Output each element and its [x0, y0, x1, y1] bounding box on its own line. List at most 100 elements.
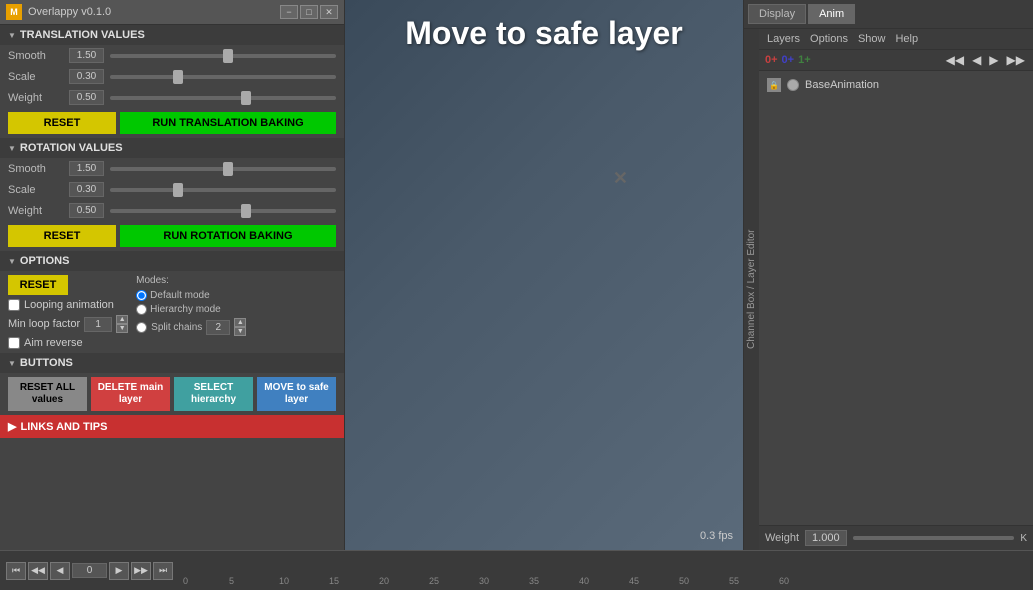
translation-scale-slider[interactable]: [110, 75, 336, 79]
playback-to-start[interactable]: ⏮: [6, 562, 26, 580]
min-loop-input[interactable]: [84, 317, 112, 332]
rotation-smooth-value[interactable]: [69, 161, 104, 176]
tick-5: 5: [229, 576, 234, 586]
mode-split-radio[interactable]: [136, 322, 147, 333]
translation-weight-slider[interactable]: [110, 96, 336, 100]
min-loop-down[interactable]: ▼: [116, 324, 128, 333]
rotation-scale-slider[interactable]: [110, 188, 336, 192]
viewport: Move to safe layer ✕ ↖ 0.3 fps: [345, 0, 743, 550]
anim-back-btn[interactable]: ◀: [970, 53, 983, 67]
rotation-header[interactable]: ▼ ROTATION VALUES: [0, 138, 344, 158]
layer-lock-icon: 🔒: [767, 78, 781, 92]
rotation-smooth-slider[interactable]: [110, 167, 336, 171]
split-down[interactable]: ▼: [234, 327, 246, 336]
anim-prev-btn[interactable]: ◀◀: [944, 53, 966, 67]
rotation-weight-row: Weight: [0, 200, 344, 221]
layer-item-base[interactable]: 🔒 BaseAnimation: [763, 75, 1029, 95]
close-button[interactable]: ✕: [320, 5, 338, 19]
translation-weight-value[interactable]: [69, 90, 104, 105]
looping-label: Looping animation: [24, 299, 114, 311]
layer-vis-circle[interactable]: [787, 79, 799, 91]
playback-back[interactable]: ◀: [50, 562, 70, 580]
tick-25: 25: [429, 576, 439, 586]
move-safe-layer-button[interactable]: MOVE to safe layer: [257, 377, 336, 411]
app-icon: M: [6, 4, 22, 20]
looping-checkbox[interactable]: [8, 299, 20, 311]
tick-0: 0: [183, 576, 188, 586]
playback-to-end[interactable]: ⏭: [153, 562, 173, 580]
translation-scale-row: Scale: [0, 66, 344, 87]
playback-next-frame[interactable]: ▶▶: [131, 562, 151, 580]
playback-play[interactable]: ▶: [109, 562, 129, 580]
translation-smooth-value[interactable]: [69, 48, 104, 63]
split-up[interactable]: ▲: [234, 318, 246, 327]
tick-55: 55: [729, 576, 739, 586]
rotation-run-button[interactable]: RUN ROTATION BAKING: [120, 225, 336, 247]
min-loop-label: Min loop factor: [8, 318, 80, 330]
rotation-title: ROTATION VALUES: [20, 142, 123, 154]
aim-row: Aim reverse: [8, 337, 128, 349]
links-section[interactable]: ▶ LINKS AND TIPS: [0, 415, 344, 438]
min-loop-row: Min loop factor ▲ ▼: [8, 315, 128, 333]
translation-smooth-slider[interactable]: [110, 54, 336, 58]
options-content: RESET Looping animation Min loop factor …: [0, 271, 344, 353]
left-panel: M Overlappy v0.1.0 − □ ✕ ▼ TRANSLATION V…: [0, 0, 345, 550]
options-left: RESET Looping animation Min loop factor …: [8, 275, 128, 349]
playback-controls: ⏮ ◀◀ ◀ ▶ ▶▶ ⏭: [0, 551, 179, 590]
maximize-button[interactable]: □: [300, 5, 318, 19]
translation-run-button[interactable]: RUN TRANSLATION BAKING: [120, 112, 336, 134]
tick-10: 10: [279, 576, 289, 586]
mode-split-label: Split chains: [151, 322, 202, 333]
translation-smooth-label: Smooth: [8, 50, 63, 62]
delete-layer-button[interactable]: DELETE main layer: [91, 377, 170, 411]
aim-checkbox[interactable]: [8, 337, 20, 349]
translation-scale-value[interactable]: [69, 69, 104, 84]
aim-label: Aim reverse: [24, 337, 83, 349]
weight-slider[interactable]: [853, 536, 1015, 540]
anim-forward-btn[interactable]: ▶: [987, 53, 1000, 67]
rotation-weight-value[interactable]: [69, 203, 104, 218]
translation-reset-button[interactable]: RESET: [8, 112, 116, 134]
options-header[interactable]: ▼ OPTIONS: [0, 251, 344, 271]
weight-k-label: K: [1020, 533, 1027, 544]
channel-box-vertical-label: Channel Box / Layer Editor: [744, 29, 759, 550]
rotation-smooth-thumb: [223, 162, 233, 176]
anim-next-btn[interactable]: ▶▶: [1005, 53, 1027, 67]
cb-menu-layers[interactable]: Layers: [763, 32, 804, 46]
rotation-weight-thumb: [241, 204, 251, 218]
translation-header[interactable]: ▼ TRANSLATION VALUES: [0, 25, 344, 45]
select-hierarchy-button[interactable]: SELECT hierarchy: [174, 377, 253, 411]
buttons-title: BUTTONS: [20, 357, 73, 369]
rotation-reset-button[interactable]: RESET: [8, 225, 116, 247]
weight-value[interactable]: 1.000: [805, 530, 847, 546]
reset-all-button[interactable]: RESET ALL values: [8, 377, 87, 411]
buttons-arrow: ▼: [8, 359, 16, 368]
cb-menu-show[interactable]: Show: [854, 32, 890, 46]
translation-buttons: RESET RUN TRANSLATION BAKING: [0, 108, 344, 138]
current-frame-input[interactable]: [72, 563, 107, 578]
rotation-scale-value[interactable]: [69, 182, 104, 197]
options-reset-button[interactable]: RESET: [8, 275, 68, 295]
buttons-header[interactable]: ▼ BUTTONS: [0, 353, 344, 373]
mode-default-radio[interactable]: [136, 290, 147, 301]
cb-menu-options[interactable]: Options: [806, 32, 852, 46]
x-mark: ✕: [613, 168, 628, 189]
channel-box: Layers Options Show Help 0+ 0+ 1+ ◀◀ ◀ ▶…: [759, 29, 1033, 550]
translation-scale-thumb: [173, 70, 183, 84]
split-value-input[interactable]: [206, 320, 230, 335]
cb-menu-help[interactable]: Help: [891, 32, 922, 46]
mode-default-row: Default mode: [136, 290, 246, 301]
display-tab[interactable]: Display: [748, 4, 806, 24]
playback-prev-frame[interactable]: ◀◀: [28, 562, 48, 580]
tick-30: 30: [479, 576, 489, 586]
tick-45: 45: [629, 576, 639, 586]
anim-tab[interactable]: Anim: [808, 4, 855, 24]
options-title: OPTIONS: [20, 255, 70, 267]
translation-weight-label: Weight: [8, 92, 63, 104]
min-loop-up[interactable]: ▲: [116, 315, 128, 324]
mode-default-label: Default mode: [150, 290, 209, 301]
minimize-button[interactable]: −: [280, 5, 298, 19]
rotation-weight-slider[interactable]: [110, 209, 336, 213]
tick-20: 20: [379, 576, 389, 586]
mode-hierarchy-radio[interactable]: [136, 304, 147, 315]
